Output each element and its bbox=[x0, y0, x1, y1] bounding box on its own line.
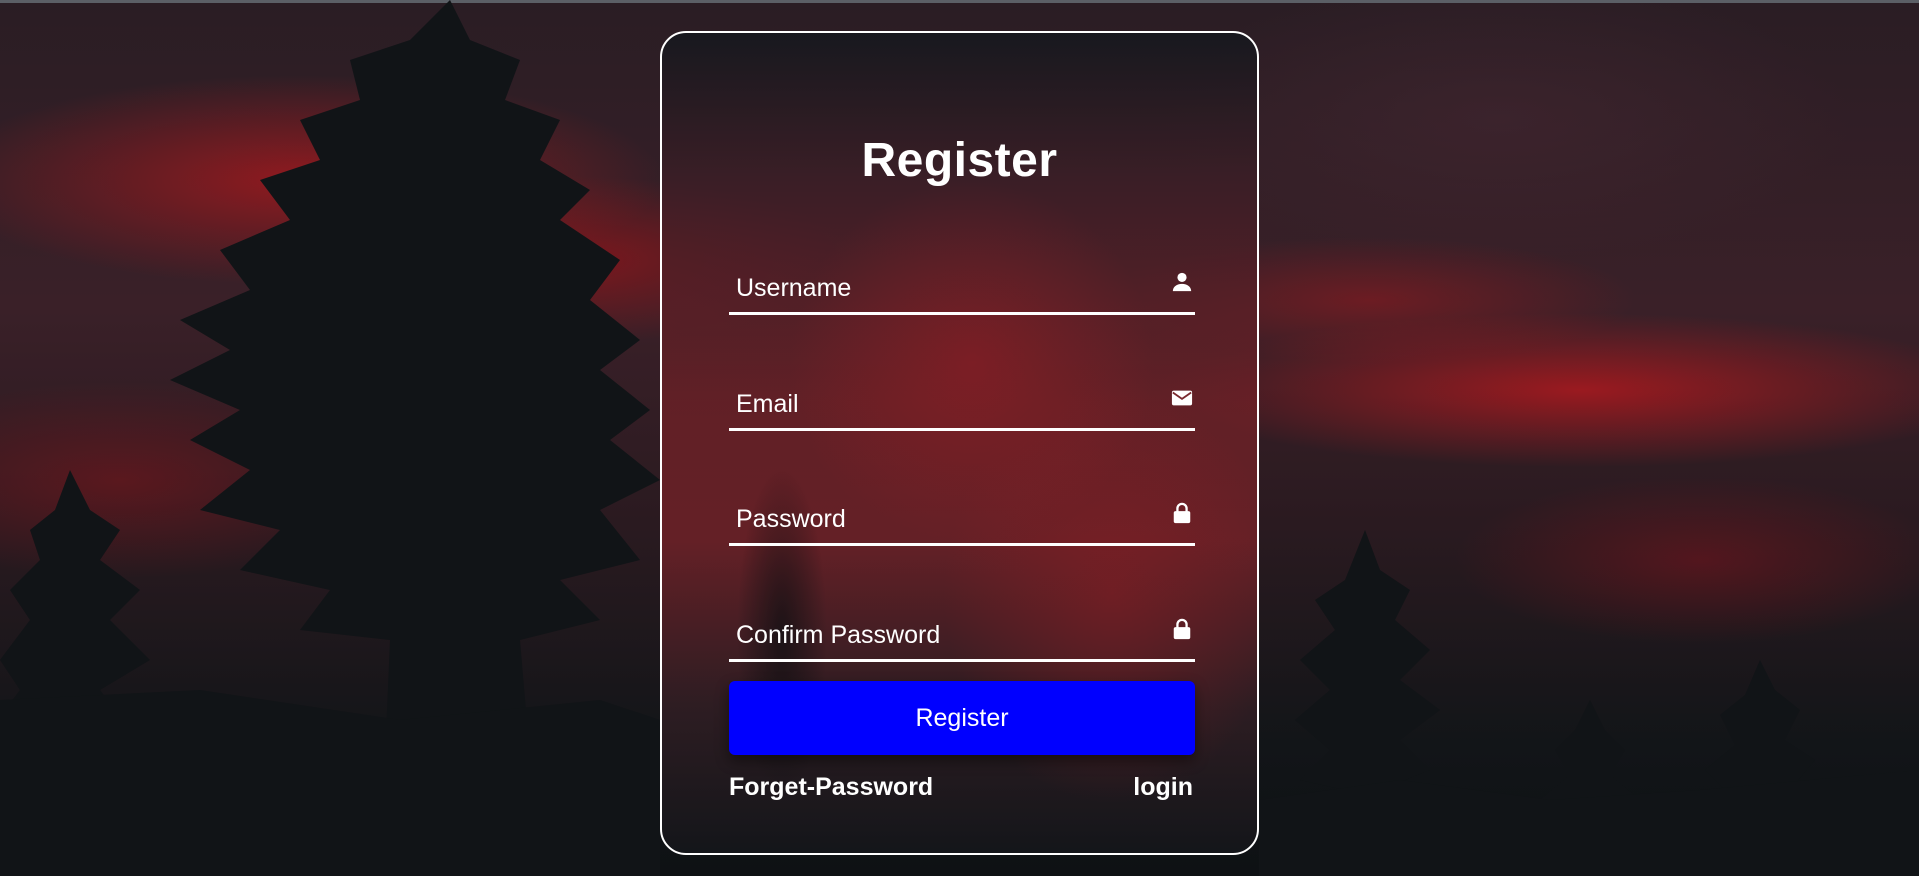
password-field[interactable]: Password bbox=[729, 484, 1195, 546]
username-placeholder: Username bbox=[736, 274, 852, 302]
register-card: Register Username Email Password Confirm… bbox=[660, 31, 1259, 855]
page-title: Register bbox=[861, 134, 1058, 187]
confirm-password-field[interactable]: Confirm Password bbox=[729, 600, 1195, 662]
register-button[interactable]: Register bbox=[729, 681, 1195, 755]
username-field[interactable]: Username bbox=[729, 253, 1195, 315]
login-link[interactable]: login bbox=[1133, 773, 1193, 802]
lock-icon bbox=[1173, 618, 1191, 640]
mail-icon bbox=[1171, 390, 1193, 406]
email-placeholder: Email bbox=[736, 390, 799, 418]
forget-password-link[interactable]: Forget-Password bbox=[729, 773, 933, 802]
password-placeholder: Password bbox=[736, 505, 846, 533]
email-field[interactable]: Email bbox=[729, 369, 1195, 431]
confirm-password-placeholder: Confirm Password bbox=[736, 621, 941, 649]
lock-icon bbox=[1173, 502, 1191, 524]
user-icon bbox=[1172, 272, 1192, 292]
